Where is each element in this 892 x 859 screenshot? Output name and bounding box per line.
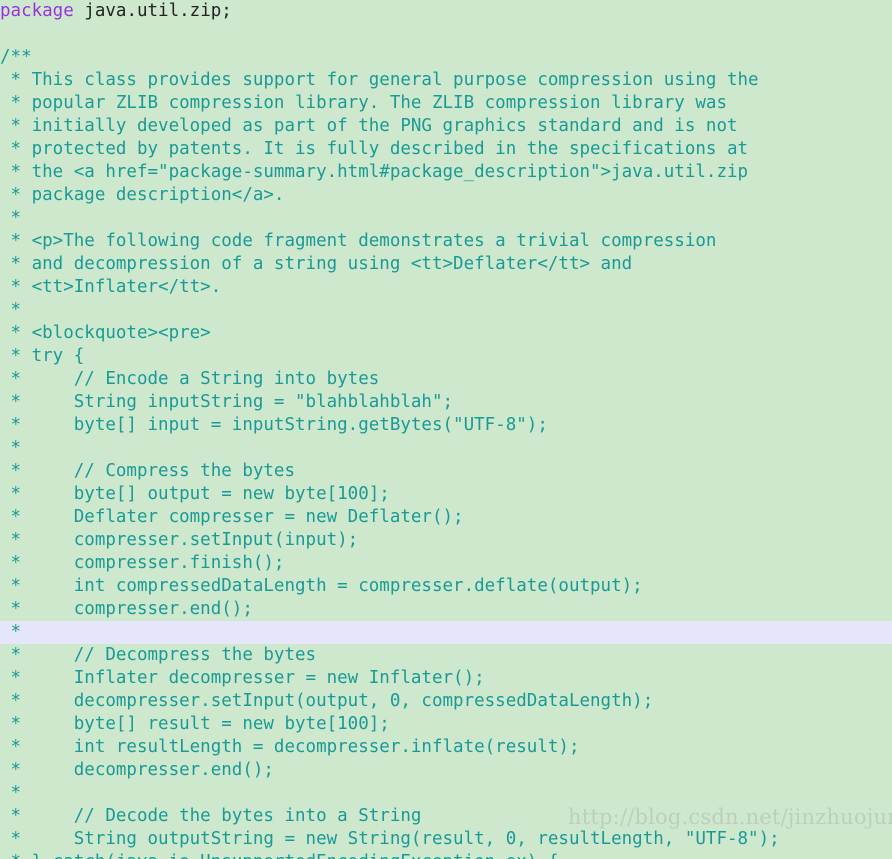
code-token-cmt: * <box>0 783 22 803</box>
code-line[interactable]: * <box>0 782 892 805</box>
code-line[interactable]: * int resultLength = decompresser.inflat… <box>0 736 892 759</box>
code-line[interactable]: * compresser.finish(); <box>0 552 892 575</box>
code-token-cmt: * compresser.end(); <box>0 599 253 619</box>
code-line[interactable]: * package description</a>. <box>0 184 892 207</box>
code-line[interactable]: * popular ZLIB compression library. The … <box>0 92 892 115</box>
code-token-cmt: * <blockquote><pre> <box>0 323 211 343</box>
code-lines-container: package java.util.zip; /** * This class p… <box>0 0 892 859</box>
code-line[interactable]: * // Encode a String into bytes <box>0 368 892 391</box>
code-token-cmt: * Inflater decompresser = new Inflater()… <box>0 668 485 688</box>
code-line[interactable]: * String outputString = new String(resul… <box>0 828 892 851</box>
code-token-cmt: * compresser.finish(); <box>0 553 285 573</box>
code-token-cmt: * // Encode a String into bytes <box>0 369 380 389</box>
code-line[interactable]: * try { <box>0 345 892 368</box>
code-token-cmt: * // Compress the bytes <box>0 461 296 481</box>
code-token-cmt: * <tt>Inflater</tt>. <box>0 277 222 297</box>
code-token-cmt: * String outputString = new String(resul… <box>0 829 780 849</box>
code-line[interactable]: * compresser.setInput(input); <box>0 529 892 552</box>
code-token-cmt: * decompresser.setInput(output, 0, compr… <box>0 691 654 711</box>
code-token-cmt: * <box>0 438 22 458</box>
code-line[interactable]: * <p>The following code fragment demonst… <box>0 230 892 253</box>
code-line[interactable]: * This class provides support for genera… <box>0 69 892 92</box>
code-line[interactable]: * <tt>Inflater</tt>. <box>0 276 892 299</box>
code-line[interactable]: * byte[] input = inputString.getBytes("U… <box>0 414 892 437</box>
code-line[interactable]: * <box>0 207 892 230</box>
code-token-cmt: * byte[] result = new byte[100]; <box>0 714 390 734</box>
code-line[interactable]: * int compressedDataLength = compresser.… <box>0 575 892 598</box>
code-line[interactable]: * Inflater decompresser = new Inflater()… <box>0 667 892 690</box>
code-line[interactable]: * decompresser.setInput(output, 0, compr… <box>0 690 892 713</box>
code-line[interactable]: /** <box>0 46 892 69</box>
code-line[interactable]: * initially developed as part of the PNG… <box>0 115 892 138</box>
code-token-cmt: * <box>0 208 22 228</box>
code-token-cmt: * Deflater compresser = new Deflater(); <box>0 507 464 527</box>
code-line[interactable]: * <blockquote><pre> <box>0 322 892 345</box>
code-token-cmt: * } catch(java.io.UnsupportedEncodingExc… <box>0 852 559 859</box>
code-line[interactable]: * and decompression of a string using <t… <box>0 253 892 276</box>
code-token-cmt: * the <a href="package-summary.html#pack… <box>0 162 749 182</box>
code-token-cmt: * int resultLength = decompresser.inflat… <box>0 737 580 757</box>
code-line[interactable]: * decompresser.end(); <box>0 759 892 782</box>
code-line[interactable]: * <box>0 299 892 322</box>
code-line[interactable]: * byte[] output = new byte[100]; <box>0 483 892 506</box>
code-token-cmt: * package description</a>. <box>0 185 285 205</box>
code-token-cmt: * // Decompress the bytes <box>0 645 317 665</box>
code-token-cmt: * and decompression of a string using <t… <box>0 254 633 274</box>
code-token-cmt: * compresser.setInput(input); <box>0 530 359 550</box>
code-token-cmt: * String inputString = "blahblahblah"; <box>0 392 454 412</box>
code-line[interactable] <box>0 23 892 46</box>
code-line[interactable]: * // Decode the bytes into a String <box>0 805 892 828</box>
code-token-plain: java.util.zip; <box>73 1 232 21</box>
code-token-cmt: * protected by patents. It is fully desc… <box>0 139 749 159</box>
code-line[interactable]: * protected by patents. It is fully desc… <box>0 138 892 161</box>
code-line[interactable]: * } catch(java.io.UnsupportedEncodingExc… <box>0 851 892 859</box>
code-token-cmt: * decompresser.end(); <box>0 760 274 780</box>
code-line-highlighted[interactable]: * <box>0 621 892 644</box>
code-line[interactable]: * byte[] result = new byte[100]; <box>0 713 892 736</box>
code-token-cmt: /** <box>0 47 32 67</box>
code-line[interactable]: * the <a href="package-summary.html#pack… <box>0 161 892 184</box>
code-token-cmt: * initially developed as part of the PNG… <box>0 116 738 136</box>
code-token-cmt: * popular ZLIB compression library. The … <box>0 93 727 113</box>
code-token-kw: package <box>0 1 74 21</box>
code-token-cmt: * int compressedDataLength = compresser.… <box>0 576 643 596</box>
code-token-cmt: * This class provides support for genera… <box>0 70 759 90</box>
code-line[interactable]: * // Decompress the bytes <box>0 644 892 667</box>
code-token-cmt: * byte[] output = new byte[100]; <box>0 484 390 504</box>
code-token-cmt: * <box>0 300 22 320</box>
code-token-cmt: * try { <box>0 346 85 366</box>
code-line[interactable]: * <box>0 437 892 460</box>
code-line[interactable]: * String inputString = "blahblahblah"; <box>0 391 892 414</box>
code-token-cmt: * <p>The following code fragment demonst… <box>0 231 717 251</box>
code-line[interactable]: * compresser.end(); <box>0 598 892 621</box>
code-line[interactable]: package java.util.zip; <box>0 0 892 23</box>
code-line[interactable]: * // Compress the bytes <box>0 460 892 483</box>
code-line[interactable]: * Deflater compresser = new Deflater(); <box>0 506 892 529</box>
code-token-cmt: * // Decode the bytes into a String <box>0 806 422 826</box>
code-token-cmt: * byte[] input = inputString.getBytes("U… <box>0 415 548 435</box>
code-token-cmt: * <box>0 622 22 642</box>
code-editor-pane[interactable]: package java.util.zip; /** * This class p… <box>0 0 892 859</box>
